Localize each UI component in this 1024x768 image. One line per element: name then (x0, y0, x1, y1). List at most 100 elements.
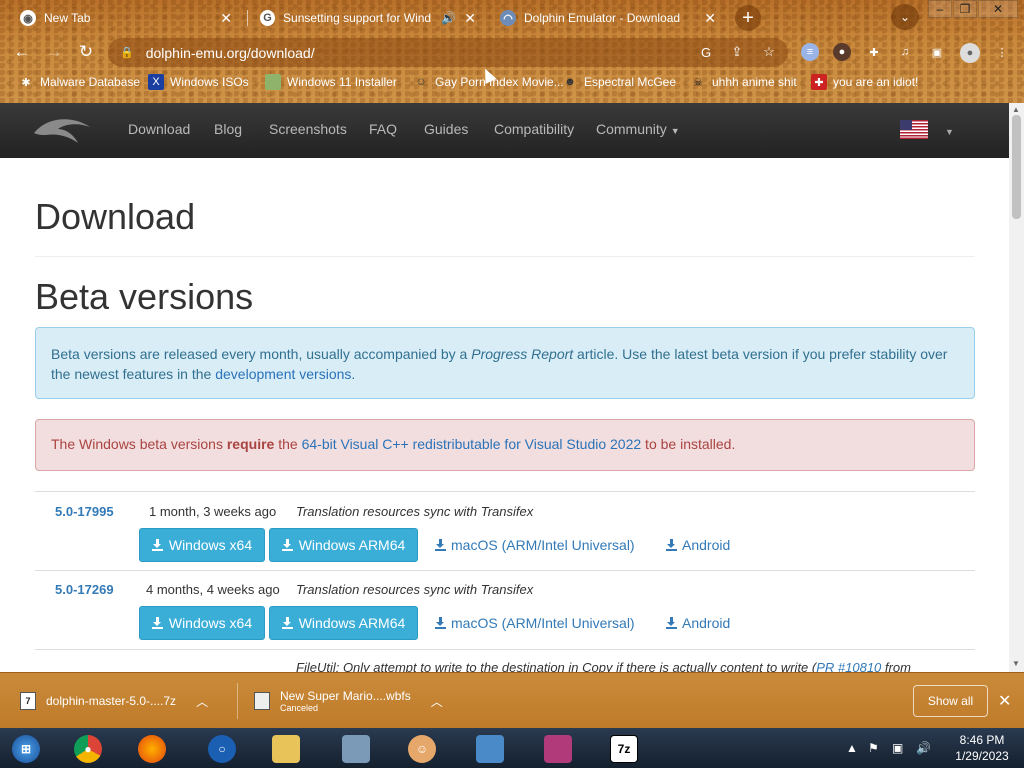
development-versions-link[interactable]: development versions (215, 366, 351, 382)
download-item[interactable]: New Super Mario....wbfs Canceled ︿ (254, 683, 443, 719)
nav-compatibility[interactable]: Compatibility (494, 121, 574, 137)
version-link[interactable]: 5.0-17995 (55, 504, 114, 519)
forward-button[interactable]: → (42, 40, 66, 64)
bookmark-label: Malware Database (40, 75, 141, 89)
profile-icon[interactable]: ● (960, 43, 980, 63)
show-all-button[interactable]: Show all (913, 685, 988, 717)
chevron-up-icon[interactable]: ︿ (431, 693, 443, 710)
back-button[interactable]: ← (10, 40, 34, 64)
address-bar[interactable]: 🔒 dolphin-emu.org/download/ (108, 38, 788, 67)
volume-icon[interactable]: 🔊 (916, 728, 931, 768)
macos-download-link[interactable]: macOS (ARM/Intel Universal) (435, 615, 635, 631)
extension-flag-icon[interactable]: ≡ (801, 43, 819, 61)
scroll-down-icon[interactable]: ▼ (1012, 659, 1020, 668)
firefox-icon (138, 735, 166, 763)
lock-icon[interactable]: 🔒 (120, 46, 134, 59)
restore-icon[interactable]: ❐ (953, 0, 977, 18)
row-divider (35, 491, 975, 492)
windows-arm64-button[interactable]: Windows ARM64 (269, 528, 418, 562)
download-item[interactable]: 7 dolphin-master-5.0-....7z ︿ (20, 683, 208, 719)
vcredist-link[interactable]: 64-bit Visual C++ redistributable for Vi… (302, 436, 642, 452)
tab-search-button[interactable]: ⌄ (891, 4, 919, 30)
media-control-icon[interactable]: ♫ (896, 43, 914, 61)
taskbar-firefox[interactable] (130, 732, 174, 766)
taskbar-7zip[interactable]: 7z (602, 732, 646, 766)
info-text: Beta versions are released every month, … (51, 346, 472, 362)
7zip-icon: 7z (610, 735, 638, 763)
bookmark-you-are-an-idiot[interactable]: ✚ you are an idiot! (811, 74, 918, 90)
close-tab-icon[interactable]: ✕ (464, 10, 476, 27)
bookmark-malware-database[interactable]: ✱ Malware Database (18, 74, 140, 90)
download-icon (666, 617, 677, 629)
extension-avatar-icon[interactable]: ● (833, 43, 851, 61)
network-icon[interactable]: ▣ (892, 728, 903, 768)
menu-icon[interactable]: ⋮ (993, 43, 1011, 61)
tab-new-tab[interactable]: ◉ New Tab ✕ (10, 4, 242, 32)
download-info: New Super Mario....wbfs Canceled (280, 689, 411, 713)
nav-blog[interactable]: Blog (214, 121, 242, 137)
taskbar-media[interactable] (536, 732, 580, 766)
page-scrollbar[interactable]: ▲ ▼ (1009, 103, 1024, 672)
taskbar-explorer[interactable] (264, 732, 308, 766)
close-tab-icon[interactable]: ✕ (220, 10, 232, 27)
tab-dolphin-download[interactable]: ◠ Dolphin Emulator - Download ✕ (490, 4, 726, 32)
warning-text: to be installed. (641, 436, 736, 452)
taskbar-task-manager[interactable] (334, 732, 378, 766)
google-lens-icon[interactable]: G (697, 43, 715, 61)
monitor-icon (342, 735, 370, 763)
close-icon[interactable]: ✕ (998, 691, 1011, 711)
section-title: Beta versions (35, 276, 254, 317)
windows-x64-button[interactable]: Windows x64 (139, 528, 265, 562)
bookmark-windows-isos[interactable]: X Windows ISOs (148, 74, 249, 90)
android-download-link[interactable]: Android (666, 615, 730, 631)
scrollbar-thumb[interactable] (1012, 115, 1021, 219)
bookmark-windows-11-installer[interactable]: Windows 11 Installer (265, 74, 397, 90)
macos-download-link[interactable]: macOS (ARM/Intel Universal) (435, 537, 635, 553)
nav-download[interactable]: Download (128, 121, 190, 137)
nav-screenshots[interactable]: Screenshots (269, 121, 347, 137)
scroll-up-icon[interactable]: ▲ (1012, 105, 1020, 114)
start-button[interactable]: ⊞ (4, 732, 48, 766)
windows-arm64-button[interactable]: Windows ARM64 (269, 606, 418, 640)
link-label: Android (682, 615, 731, 631)
taskbar-app[interactable]: ○ (200, 732, 244, 766)
divider (35, 256, 975, 257)
share-icon[interactable]: ⇪ (728, 43, 746, 61)
version-link[interactable]: 5.0-17269 (55, 582, 114, 597)
taskbar-photos[interactable] (468, 732, 512, 766)
nav-faq[interactable]: FAQ (369, 121, 397, 137)
language-caret-icon[interactable]: ▼ (945, 127, 954, 137)
new-tab-button[interactable]: + (735, 5, 761, 31)
robot-icon: ☺ (415, 76, 427, 88)
download-icon (435, 539, 446, 551)
android-download-link[interactable]: Android (666, 537, 730, 553)
downloads-shelf: 7 dolphin-master-5.0-....7z ︿ New Super … (0, 672, 1024, 728)
close-window-icon[interactable]: ✕ (978, 0, 1018, 18)
bookmark-star-icon[interactable]: ☆ (760, 43, 778, 61)
caret-down-icon: ▼ (670, 126, 680, 136)
chevron-up-icon[interactable]: ︿ (196, 693, 208, 710)
tab-sunsetting[interactable]: G Sunsetting support for Wind 🔊 ✕ (250, 4, 486, 32)
clock[interactable]: 8:46 PM 1/29/2023 (944, 732, 1020, 764)
pr-link[interactable]: PR #10810 (816, 660, 881, 672)
nav-guides[interactable]: Guides (424, 121, 468, 137)
nav-community[interactable]: Community ▼ (596, 121, 680, 137)
dolphin-logo-icon[interactable] (32, 113, 92, 147)
flag-icon[interactable]: ⚑ (868, 728, 879, 768)
bookmark-anime[interactable]: ☠ uhhh anime shit (690, 74, 797, 90)
bookmark-espectral-mcgee[interactable]: ☻ Espectral McGee (562, 74, 676, 90)
show-hidden-icons[interactable]: ▲ (846, 728, 858, 768)
minimize-icon[interactable]: – (928, 0, 952, 18)
side-panel-icon[interactable]: ▣ (928, 43, 946, 61)
reload-button[interactable]: ↻ (74, 40, 98, 64)
us-flag-icon[interactable] (900, 120, 928, 139)
speaker-icon[interactable]: 🔊 (441, 11, 456, 25)
button-label: Windows x64 (168, 615, 253, 631)
taskbar-user-app[interactable]: ☺ (400, 732, 444, 766)
taskbar-chrome[interactable]: ● (66, 732, 110, 766)
windows-x64-button[interactable]: Windows x64 (139, 606, 265, 640)
commit-message: FileUtil: Only attempt to write to the d… (296, 660, 911, 672)
close-tab-icon[interactable]: ✕ (704, 10, 716, 27)
extensions-puzzle-icon[interactable]: ✚ (865, 43, 883, 61)
download-icon (151, 539, 163, 551)
